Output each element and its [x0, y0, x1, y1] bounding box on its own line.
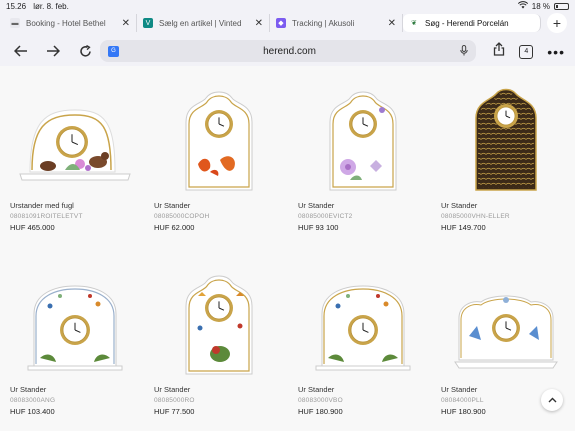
tab-count-button[interactable]: 4 — [519, 44, 534, 59]
product-sku: 08085000RO — [154, 397, 195, 404]
product-image[interactable] — [441, 82, 571, 197]
product-sku: 08085000EVICT2 — [298, 213, 353, 220]
browser-tab[interactable]: ❦ Søg - Herendi Porcelán — [403, 14, 541, 32]
tab-title: Tracking | Akusoli — [292, 18, 355, 28]
product-image[interactable] — [298, 266, 428, 381]
product-card[interactable]: Urstander med fugl 08081091ROITELETVT HUF … — [10, 82, 140, 232]
price-amount: 149.700 — [458, 223, 486, 232]
tab-title: Søg - Herendi Porcelán — [425, 18, 509, 28]
product-sku: 08083000ANG — [10, 397, 56, 404]
price-currency: HUF — [298, 223, 314, 232]
product-card[interactable]: Ur Stander 08085000RO HUF 77.500 — [154, 266, 284, 416]
price-currency: HUF — [10, 223, 26, 232]
product-price: HUF 77.500 — [154, 407, 284, 416]
product-sku: 08083000VBO — [298, 397, 343, 404]
product-sku: 08085000COPOH — [154, 213, 210, 220]
product-image[interactable] — [10, 266, 140, 381]
url-text: herend.com — [263, 45, 316, 57]
price-amount: 180.900 — [458, 407, 486, 416]
close-tab-icon[interactable]: ✕ — [255, 18, 263, 29]
microphone-icon[interactable] — [460, 44, 468, 58]
share-icon[interactable] — [493, 42, 505, 61]
translate-icon[interactable]: G — [108, 45, 119, 57]
leaf-icon: ❦ — [409, 18, 419, 28]
product-price: HUF 103.400 — [10, 407, 140, 416]
close-tab-icon[interactable]: ✕ — [122, 18, 130, 29]
product-card[interactable]: Ur Stander 08085000VHN-ELLER HUF 149.700 — [441, 82, 571, 232]
back-button[interactable] — [10, 40, 32, 62]
forward-button[interactable] — [42, 40, 64, 62]
status-time: 15.26 — [6, 1, 27, 11]
v-icon: V — [143, 18, 153, 28]
product-image[interactable] — [298, 82, 428, 197]
price-amount: 103.400 — [27, 407, 55, 416]
arrow-left-icon — [14, 45, 27, 57]
bed-icon: ▬ — [10, 18, 20, 28]
product-price: HUF 180.900 — [298, 407, 428, 416]
product-name[interactable]: Ur Stander — [441, 201, 571, 210]
product-sku: 08085000VHN-ELLER — [441, 213, 510, 220]
close-tab-icon[interactable]: ✕ — [388, 18, 396, 29]
product-image[interactable] — [154, 266, 284, 381]
browser-tab[interactable]: ▬ Booking - Hotel Bethel ✕ — [4, 14, 137, 32]
status-date: lør. 8. feb. — [33, 1, 69, 11]
tab-title: Booking - Hotel Bethel — [26, 18, 106, 28]
tracking-icon: ◆ — [276, 18, 286, 28]
browser-tab[interactable]: V Sælg en artikel | Vinted ✕ — [137, 14, 270, 32]
product-image[interactable] — [441, 266, 571, 381]
product-name[interactable]: Ur Stander — [298, 385, 428, 394]
product-price: HUF 62.000 — [154, 223, 284, 232]
browser-tab[interactable]: ◆ Tracking | Akusoli ✕ — [270, 14, 403, 32]
product-name[interactable]: Urstander med fugl — [10, 201, 140, 210]
product-name[interactable]: Ur Stander — [154, 385, 284, 394]
price-currency: HUF — [10, 407, 26, 416]
product-sku: 08081091ROITELETVT — [10, 213, 83, 220]
product-listing: Urstander med fugl 08081091ROITELETVT HUF … — [0, 66, 575, 431]
product-card[interactable]: Ur Stander 08085000COPOH HUF 62.000 — [154, 82, 284, 232]
price-amount: 180.900 — [315, 407, 343, 416]
tab-title: Sælg en artikel | Vinted — [159, 18, 242, 28]
wifi-icon — [517, 1, 528, 11]
price-amount: 62.000 — [171, 223, 195, 232]
product-name[interactable]: Ur Stander — [298, 201, 428, 210]
reload-button[interactable] — [74, 40, 96, 62]
product-name[interactable]: Ur Stander — [154, 201, 284, 210]
status-bar: 15.26 lør. 8. feb. 18 % — [0, 0, 575, 12]
address-bar[interactable]: G herend.com — [100, 40, 476, 62]
product-name[interactable]: Ur Stander — [10, 385, 140, 394]
new-tab-button[interactable]: + — [547, 13, 567, 33]
price-amount: 465.000 — [27, 223, 55, 232]
arrow-right-icon — [47, 45, 60, 57]
product-image[interactable] — [10, 82, 140, 197]
more-icon[interactable]: ••• — [547, 44, 565, 60]
price-currency: HUF — [298, 407, 314, 416]
price-currency: HUF — [154, 407, 170, 416]
price-amount: 77.500 — [171, 407, 195, 416]
product-card[interactable]: Ur Stander 08083000ANG HUF 103.400 — [10, 266, 140, 416]
price-amount: 93 100 — [315, 223, 339, 232]
browser-toolbar: G herend.com 4 ••• — [0, 36, 575, 66]
battery-icon — [554, 2, 569, 10]
product-card[interactable]: Ur Stander 08085000EVICT2 HUF 93 100 — [298, 82, 428, 232]
product-price: HUF 465.000 — [10, 223, 140, 232]
battery-percent: 18 % — [531, 1, 550, 11]
price-currency: HUF — [441, 407, 457, 416]
product-price: HUF 149.700 — [441, 223, 571, 232]
product-price: HUF 93 100 — [298, 223, 428, 232]
reload-icon — [79, 44, 91, 57]
price-currency: HUF — [154, 223, 170, 232]
chevron-up-icon — [548, 397, 556, 403]
tab-bar: ▬ Booking - Hotel Bethel ✕ V Sælg en artikel… — [0, 12, 575, 34]
scroll-top-button[interactable] — [541, 389, 563, 411]
price-currency: HUF — [441, 223, 457, 232]
product-image[interactable] — [154, 82, 284, 197]
product-card[interactable]: Ur Stander 08083000VBO HUF 180.900 — [298, 266, 428, 416]
